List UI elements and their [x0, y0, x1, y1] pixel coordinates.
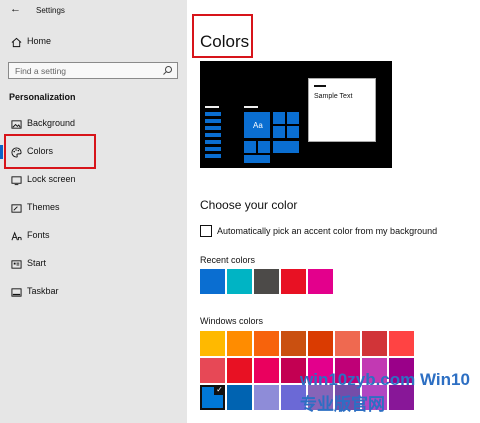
- search-placeholder: Find a setting: [15, 66, 67, 76]
- taskbar-icon: [10, 286, 22, 298]
- search-icon: [163, 66, 172, 75]
- font-icon: [10, 230, 22, 242]
- nav-home-label: Home: [27, 36, 52, 46]
- selection-indicator: [0, 145, 3, 159]
- navigation-sidebar: ← Settings Home Find a setting Personali…: [0, 0, 187, 423]
- recent-colors-label: Recent colors: [200, 255, 256, 265]
- brush-icon: [10, 202, 22, 214]
- theme-preview: Aa Sample Text: [200, 61, 392, 168]
- nav-background-label: Background: [27, 118, 76, 128]
- nav-background[interactable]: Background: [0, 114, 187, 136]
- page-title: Colors: [200, 32, 250, 51]
- nav-taskbar-label: Taskbar: [27, 286, 59, 296]
- back-arrow-icon[interactable]: ←: [10, 3, 21, 15]
- title-bar: ← Settings: [0, 0, 187, 20]
- windows-color-swatch[interactable]: ✓: [200, 385, 225, 410]
- search-input[interactable]: Find a setting: [8, 62, 178, 79]
- main-content: Colors Aa Sample Text Choose your color …: [187, 0, 480, 423]
- auto-accent-label[interactable]: Automatically pick an accent color from …: [217, 226, 437, 236]
- preview-sample-text: Sample Text: [314, 93, 353, 100]
- nav-themes[interactable]: Themes: [0, 198, 187, 220]
- nav-fonts-label: Fonts: [27, 230, 50, 240]
- app-title: Settings: [36, 6, 65, 15]
- recent-color-swatch[interactable]: [254, 269, 279, 294]
- recent-color-swatch[interactable]: [200, 269, 225, 294]
- lock-screen-icon: [10, 174, 22, 186]
- nav-lock-screen[interactable]: Lock screen: [0, 170, 187, 192]
- start-icon: [10, 258, 22, 270]
- auto-accent-checkbox[interactable]: [200, 225, 212, 237]
- windows-color-swatch[interactable]: [254, 358, 279, 383]
- nav-start-label: Start: [27, 258, 47, 268]
- preview-window: Sample Text: [308, 78, 376, 142]
- windows-color-swatch[interactable]: [227, 331, 252, 356]
- nav-fonts[interactable]: Fonts: [0, 226, 187, 248]
- windows-colors-label: Windows colors: [200, 316, 264, 326]
- windows-color-swatch[interactable]: [308, 331, 333, 356]
- windows-color-swatch[interactable]: [254, 385, 279, 410]
- windows-color-swatch[interactable]: [227, 358, 252, 383]
- recent-color-swatch[interactable]: [308, 269, 333, 294]
- recent-color-swatch[interactable]: [281, 269, 306, 294]
- preview-tile-label: Aa: [253, 121, 263, 130]
- nav-home[interactable]: Home: [0, 32, 187, 54]
- nav-themes-label: Themes: [27, 202, 60, 212]
- watermark: win10zyb.com Win10专业版官网: [300, 370, 470, 414]
- windows-color-swatch[interactable]: [200, 331, 225, 356]
- choose-color-heading: Choose your color: [200, 198, 298, 212]
- windows-color-swatch[interactable]: [389, 331, 414, 356]
- windows-color-swatch[interactable]: [254, 331, 279, 356]
- section-heading: Personalization: [9, 92, 76, 102]
- annotation-highlight-colors: [4, 134, 96, 169]
- windows-color-swatch[interactable]: [200, 358, 225, 383]
- windows-color-swatch[interactable]: [281, 331, 306, 356]
- checkmark-icon: ✓: [214, 385, 225, 395]
- picture-icon: [10, 118, 22, 130]
- nav-start[interactable]: Start: [0, 254, 187, 276]
- windows-color-swatch[interactable]: [227, 385, 252, 410]
- home-icon: [10, 36, 22, 48]
- nav-lock-screen-label: Lock screen: [27, 174, 76, 184]
- windows-color-swatch[interactable]: [362, 331, 387, 356]
- windows-color-swatch[interactable]: [335, 331, 360, 356]
- recent-color-swatch[interactable]: [227, 269, 252, 294]
- nav-taskbar[interactable]: Taskbar: [0, 282, 187, 304]
- preview-tile-large: Aa: [244, 112, 270, 138]
